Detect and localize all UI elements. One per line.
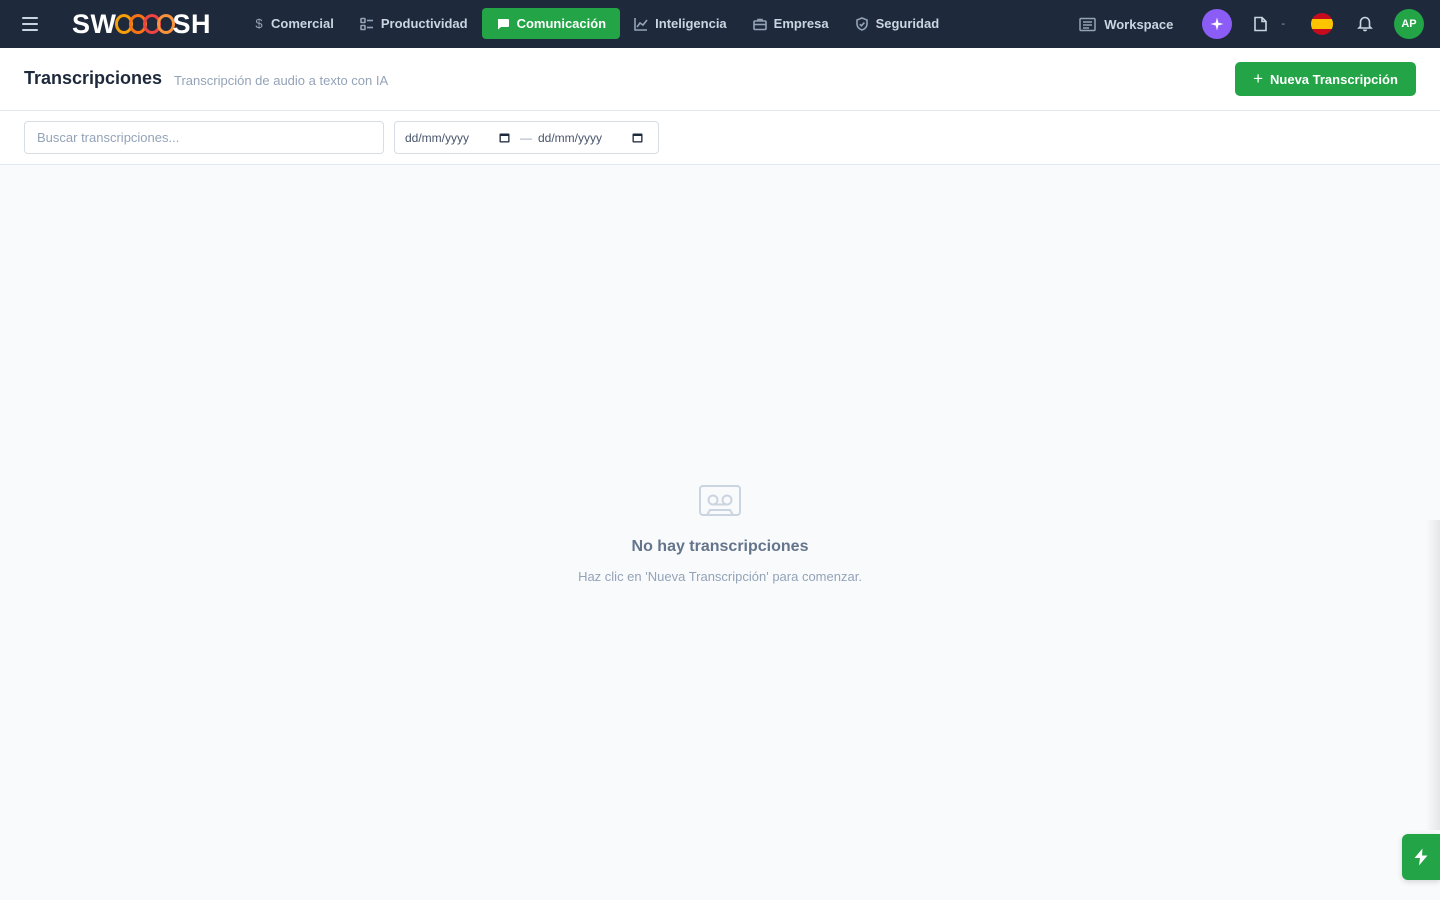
nav-item-seguridad[interactable]: Seguridad <box>843 8 952 39</box>
workspace-button[interactable]: Workspace <box>1079 17 1173 32</box>
date-to-input[interactable]: dd/mm/yyyy <box>538 131 643 145</box>
empty-state-title: No hay transcripciones <box>631 538 809 555</box>
sparkle-icon <box>1210 17 1224 31</box>
filter-bar: dd/mm/yyyy — dd/mm/yyyy <box>0 111 1440 165</box>
document-button[interactable] <box>1245 9 1275 39</box>
nav-item-inteligencia[interactable]: Inteligencia <box>622 8 739 39</box>
page-title: Transcripciones <box>24 68 163 88</box>
date-from-text: dd/mm/yyyy <box>405 130 470 145</box>
mini-dash: - <box>1281 18 1285 30</box>
checklist-icon <box>360 17 373 30</box>
nav-label: Productividad <box>380 16 468 31</box>
workspace-icon <box>1079 17 1096 31</box>
top-navbar: SW SH $ Comercial Productividad Comunicac… <box>0 0 1440 48</box>
bell-icon <box>1357 16 1373 32</box>
chat-icon <box>497 18 509 29</box>
spain-flag-icon[interactable] <box>1311 13 1333 35</box>
calendar-icon[interactable] <box>499 132 510 143</box>
document-icon <box>1254 16 1267 32</box>
new-transcription-button[interactable]: + Nueva Transcripción <box>1235 62 1416 96</box>
page-header: Transcripciones Transcripción de audio a… <box>0 48 1440 111</box>
nav-item-comercial[interactable]: $ Comercial <box>242 8 346 39</box>
line-chart-icon <box>634 17 648 31</box>
briefcase-icon <box>752 18 767 30</box>
empty-state-message: Haz clic en 'Nueva Transcripción' para c… <box>578 569 862 584</box>
date-to-text: dd/mm/yyyy <box>538 130 603 145</box>
workspace-label: Workspace <box>1104 16 1174 32</box>
calendar-icon[interactable] <box>632 132 643 143</box>
dollar-icon: $ <box>255 16 263 31</box>
lightning-icon <box>1414 848 1428 866</box>
nav-item-empresa[interactable]: Empresa <box>741 8 841 39</box>
nav-label: Empresa <box>773 16 829 31</box>
date-separator: — <box>520 130 532 145</box>
main-nav: $ Comercial Productividad Comunicación I… <box>242 8 951 39</box>
nav-label: Comercial <box>271 16 334 31</box>
user-avatar[interactable]: AP <box>1394 9 1424 39</box>
new-transcription-label: Nueva Transcripción <box>1270 71 1398 87</box>
notifications-button[interactable] <box>1356 14 1376 34</box>
shield-icon <box>855 16 868 31</box>
date-from-input[interactable]: dd/mm/yyyy <box>405 131 510 145</box>
nav-label: Seguridad <box>875 16 940 31</box>
menu-icon[interactable] <box>22 14 42 34</box>
search-input[interactable] <box>24 121 384 154</box>
nav-label: Inteligencia <box>655 16 727 31</box>
nav-label: Comunicación <box>516 16 607 31</box>
brand-suffix: SH <box>172 8 212 39</box>
nav-item-productividad[interactable]: Productividad <box>348 8 480 39</box>
side-panel-edge <box>1426 520 1440 830</box>
date-range: dd/mm/yyyy — dd/mm/yyyy <box>394 121 659 154</box>
nav-item-comunicacion[interactable]: Comunicación <box>481 8 621 39</box>
plus-icon: + <box>1253 69 1264 88</box>
header-tools: Workspace - AP <box>1079 8 1424 40</box>
page-subtitle: Transcripción de audio a texto con IA <box>174 73 389 88</box>
cassette-icon <box>698 484 742 518</box>
ai-assistant-button[interactable] <box>1202 9 1233 39</box>
brand-prefix: SW <box>72 8 117 39</box>
quick-action-button[interactable] <box>1402 834 1440 880</box>
brand-logo[interactable]: SW SH <box>72 9 211 39</box>
empty-state: No hay transcripciones Haz clic en 'Nuev… <box>0 165 1440 900</box>
